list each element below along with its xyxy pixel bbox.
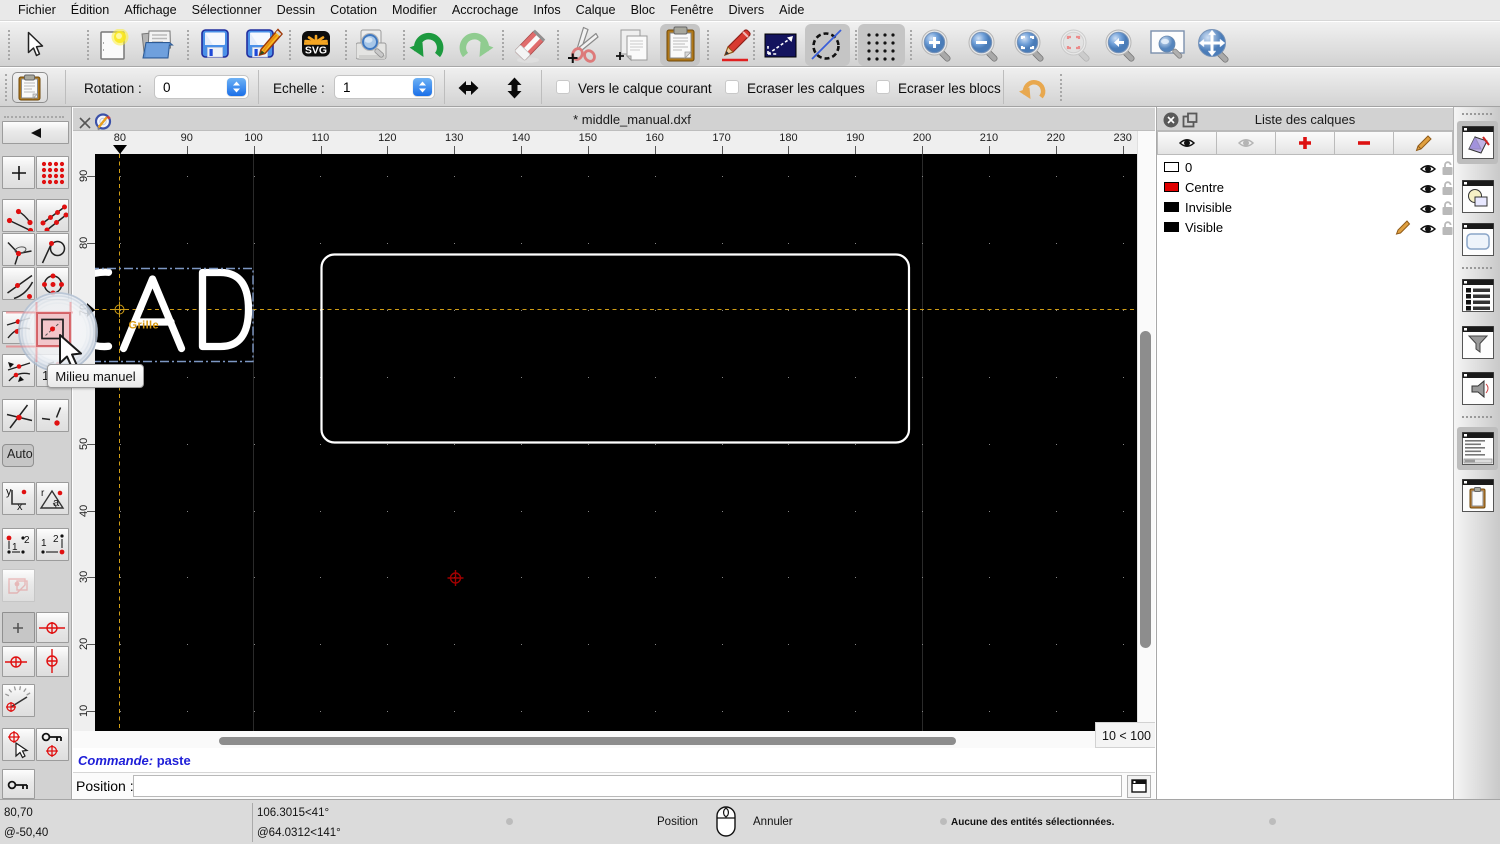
svg-text:1: 1 <box>12 542 18 553</box>
svg-text:2: 2 <box>24 535 30 546</box>
svg-text:a: a <box>53 497 60 509</box>
svg-text:x: x <box>17 501 23 513</box>
svg-text:SVG: SVG <box>305 45 327 57</box>
svg-text:1: 1 <box>41 538 47 549</box>
svg-text:Grille: Grille <box>129 320 160 332</box>
svg-text:y: y <box>6 486 12 498</box>
svg-text:2: 2 <box>53 534 59 545</box>
svg-text:r: r <box>41 488 45 499</box>
